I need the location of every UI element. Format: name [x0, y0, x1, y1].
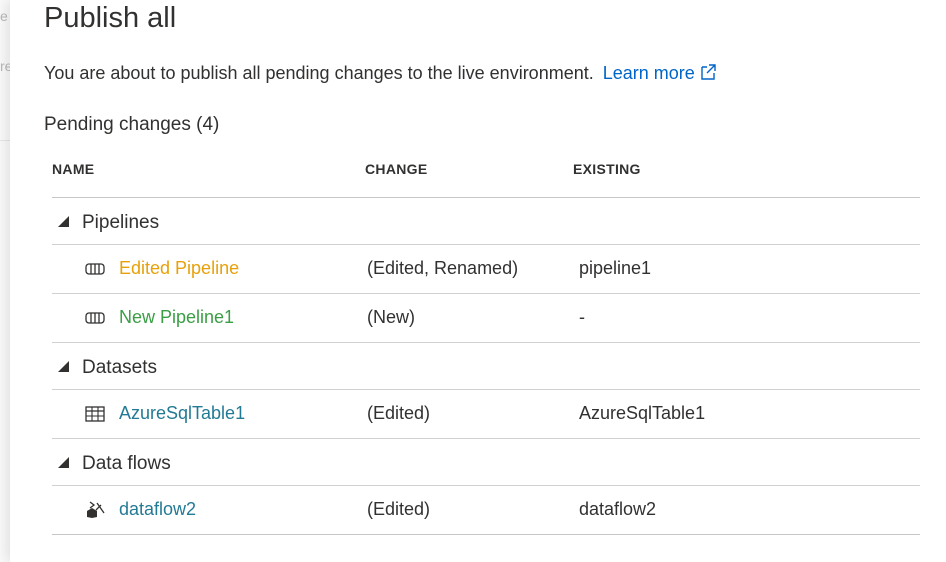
description-text: You are about to publish all pending cha…: [44, 63, 594, 83]
pending-changes-table: NAME CHANGE EXISTING Pipelines Edited Pi…: [52, 150, 920, 535]
dialog-title: Publish all: [44, 2, 177, 34]
column-header-existing: EXISTING: [573, 161, 641, 177]
group-row-data-flows[interactable]: Data flows: [52, 439, 920, 486]
dataflow-icon: [84, 501, 106, 519]
group-row-pipelines[interactable]: Pipelines: [52, 198, 920, 245]
table-row[interactable]: AzureSqlTable1 (Edited) AzureSqlTable1: [52, 390, 920, 439]
pipeline-icon: [84, 309, 106, 327]
table-row[interactable]: dataflow2 (Edited) dataflow2: [52, 486, 920, 535]
group-label: Data flows: [82, 453, 171, 474]
table-icon: [84, 405, 106, 423]
item-name-link[interactable]: dataflow2: [119, 499, 196, 520]
item-name-link[interactable]: AzureSqlTable1: [119, 403, 245, 424]
existing-cell: pipeline1: [579, 258, 652, 278]
change-cell: (Edited): [367, 499, 431, 519]
learn-more-link[interactable]: Learn more: [603, 63, 695, 83]
existing-cell: AzureSqlTable1: [579, 403, 706, 423]
column-header-name: NAME: [52, 161, 95, 177]
pipeline-icon: [84, 260, 106, 278]
pending-changes-heading: Pending changes (4): [44, 114, 220, 135]
table-header: NAME CHANGE EXISTING: [52, 150, 920, 198]
change-cell: (New): [367, 307, 415, 327]
existing-cell: dataflow2: [579, 499, 657, 519]
table-row[interactable]: New Pipeline1 (New) -: [52, 294, 920, 343]
column-header-change: CHANGE: [365, 161, 428, 177]
group-label: Pipelines: [82, 212, 160, 233]
group-label: Datasets: [82, 357, 157, 378]
change-cell: (Edited): [367, 403, 431, 423]
item-name-link[interactable]: New Pipeline1: [119, 307, 234, 328]
publish-all-dialog: Publish all You are about to publish all…: [10, 0, 946, 562]
collapse-caret-icon[interactable]: [58, 361, 69, 372]
group-row-datasets[interactable]: Datasets: [52, 343, 920, 390]
external-link-icon[interactable]: [699, 63, 717, 86]
change-cell: (Edited, Renamed): [367, 258, 519, 278]
collapse-caret-icon[interactable]: [58, 216, 69, 227]
collapse-caret-icon[interactable]: [58, 457, 69, 468]
table-row[interactable]: Edited Pipeline (Edited, Renamed) pipeli…: [52, 245, 920, 294]
item-name-link[interactable]: Edited Pipeline: [119, 258, 239, 279]
dialog-description: You are about to publish all pending cha…: [44, 63, 717, 86]
existing-cell: -: [579, 307, 585, 327]
